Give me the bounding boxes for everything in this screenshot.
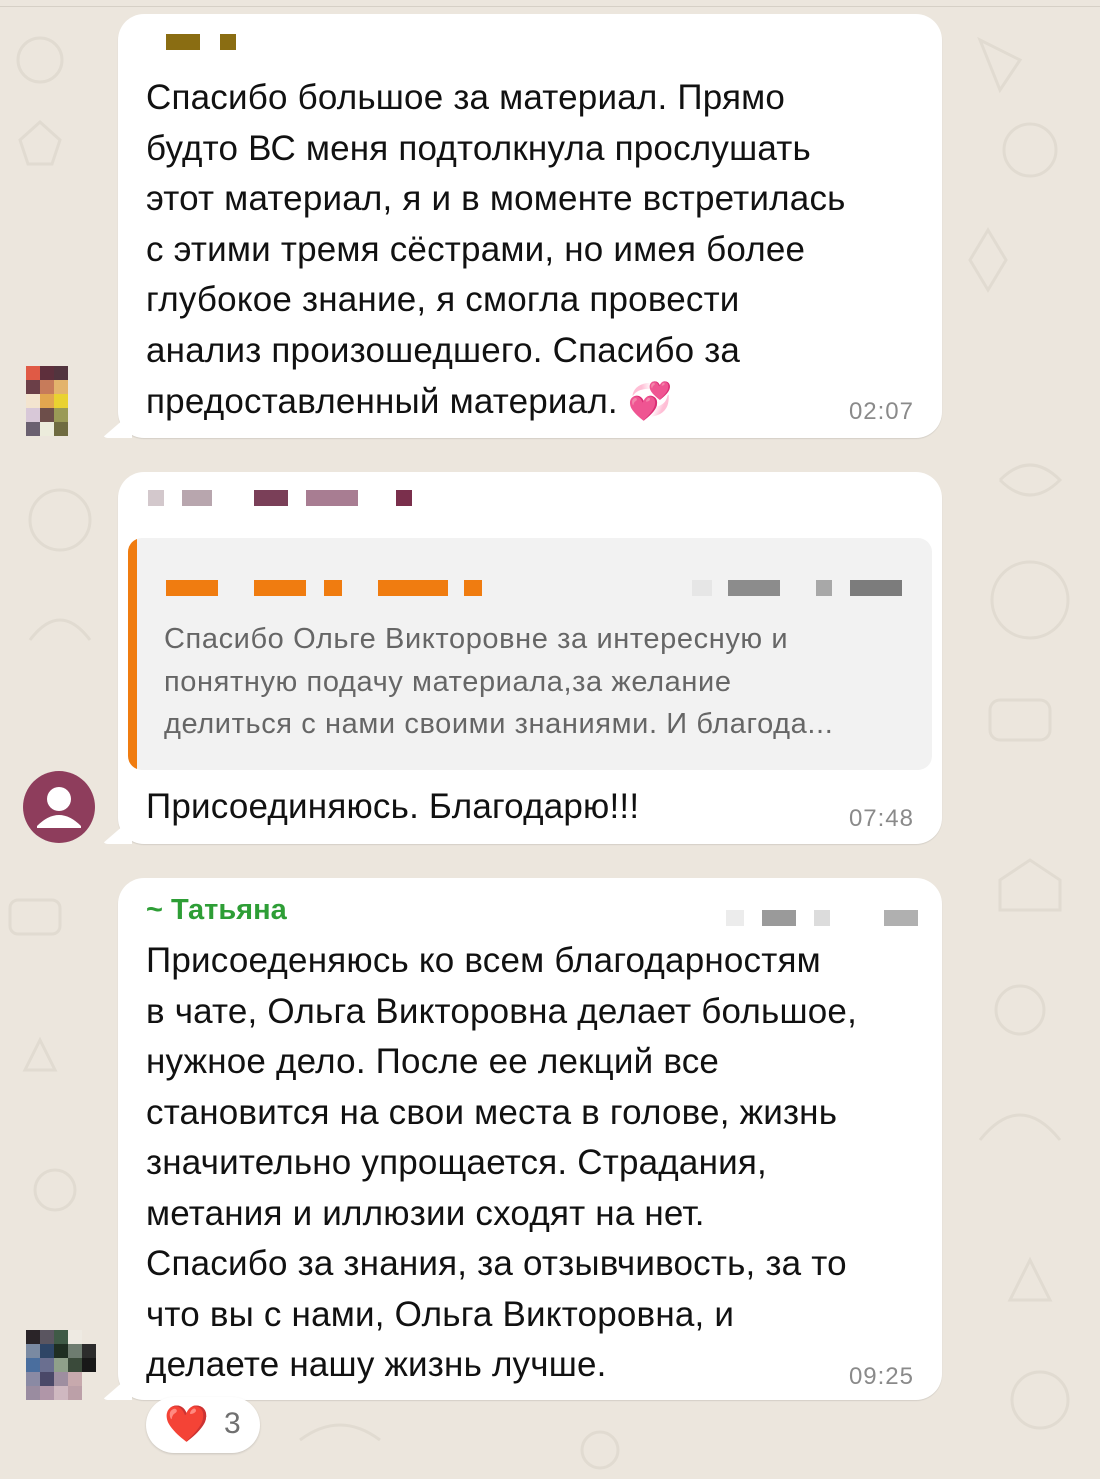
- quoted-sender-blurred: [254, 580, 306, 596]
- message-time: 09:25: [848, 1363, 914, 1390]
- reaction-count: 3: [224, 1407, 241, 1440]
- quoted-sender-blurred: [324, 580, 342, 596]
- quoted-phone-blurred: [850, 580, 902, 596]
- message-text: Спасибо большое за материал. Прямо будто…: [146, 78, 846, 421]
- sender-name-blurred: [306, 490, 358, 506]
- sender-name-blurred: [396, 490, 412, 506]
- quoted-phone-blurred: [816, 580, 832, 596]
- sender-name-blurred: [166, 34, 200, 50]
- sender-name[interactable]: ~ Татьяна: [146, 894, 287, 927]
- quote-accent-bar: [128, 538, 137, 770]
- reaction-pill[interactable]: ❤️ 3: [146, 1397, 260, 1453]
- message-bubble[interactable]: Спасибо Ольге Викторовне за интересную и…: [102, 472, 942, 844]
- quoted-phone-blurred: [692, 580, 712, 596]
- sender-phone-blurred: [814, 910, 830, 926]
- quoted-phone-blurred: [728, 580, 780, 596]
- quoted-sender-blurred: [378, 580, 448, 596]
- sender-phone-blurred: [884, 910, 918, 926]
- emoji: 💞: [627, 380, 673, 421]
- sender-avatar-blurred[interactable]: [26, 1330, 96, 1400]
- sender-name-blurred: [182, 490, 212, 506]
- message-bubble[interactable]: Спасибо большое за материал. Прямо будто…: [102, 14, 942, 438]
- quoted-sender-blurred: [464, 580, 482, 596]
- sender-phone-blurred: [726, 910, 744, 926]
- message-text: Присоединяюсь. Благодарю!!!: [146, 787, 640, 826]
- message-time: 07:48: [848, 805, 914, 832]
- default-avatar[interactable]: [22, 770, 96, 844]
- heart-icon: ❤️: [164, 1403, 209, 1444]
- sender-avatar-blurred[interactable]: [26, 366, 82, 436]
- sender-name-blurred: [220, 34, 236, 50]
- sender-phone-blurred: [762, 910, 796, 926]
- top-divider: [0, 6, 1100, 7]
- quoted-sender-blurred: [166, 580, 218, 596]
- sender-name-blurred: [148, 490, 164, 506]
- quoted-message[interactable]: Спасибо Ольге Викторовне за интересную и…: [128, 538, 932, 770]
- quoted-text: Спасибо Ольге Викторовне за интересную и…: [164, 623, 834, 740]
- sender-name-blurred: [254, 490, 288, 506]
- message-bubble[interactable]: ~ Татьяна Присоеденяюсь ко всем благодар…: [102, 878, 942, 1400]
- person-icon: [23, 771, 95, 843]
- message-time: 02:07: [848, 398, 914, 425]
- message-text: Присоеденяюсь ко всем благодарностям в ч…: [146, 941, 858, 1384]
